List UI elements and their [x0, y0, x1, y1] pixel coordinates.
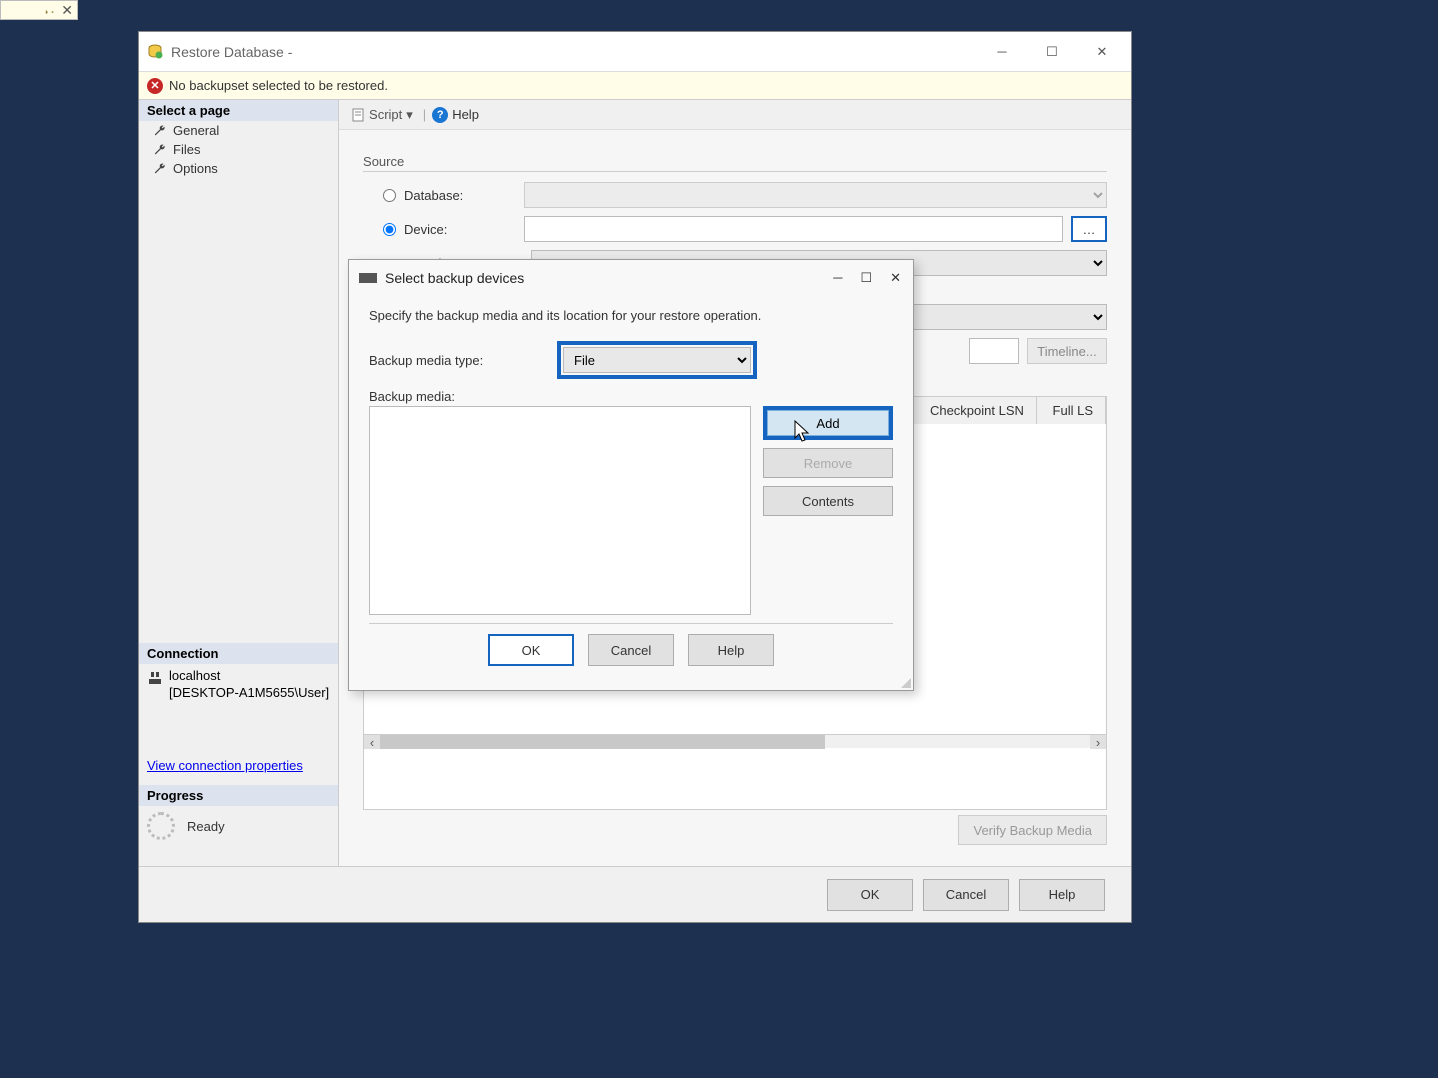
source-database-label: Database: — [404, 188, 524, 203]
sub-dialog-description: Specify the backup media and its locatio… — [369, 308, 893, 323]
help-label: Help — [452, 107, 479, 122]
toolbar-separator: | — [423, 107, 426, 122]
source-database-select[interactable] — [524, 182, 1107, 208]
media-type-label: Backup media type: — [369, 353, 557, 368]
sub-close-button[interactable]: ✕ — [890, 270, 901, 286]
server-name: localhost — [169, 668, 329, 685]
pin-icon — [43, 4, 55, 16]
add-button-highlight: Add — [763, 406, 893, 440]
select-backup-devices-dialog: Select backup devices ─ ☐ ✕ Specify the … — [348, 259, 914, 691]
scroll-thumb[interactable] — [380, 735, 825, 749]
backup-media-list[interactable] — [369, 406, 751, 615]
verify-backup-media-button[interactable]: Verify Backup Media — [958, 815, 1107, 845]
maximize-button[interactable]: ☐ — [1027, 32, 1077, 72]
media-type-highlight: File — [557, 341, 757, 379]
source-device-radio[interactable] — [383, 223, 396, 236]
sidebar-page-options[interactable]: Options — [139, 159, 338, 178]
server-icon — [147, 670, 163, 686]
source-device-label: Device: — [404, 222, 524, 237]
help-button[interactable]: ? Help — [432, 107, 479, 123]
source-database-radio[interactable] — [383, 189, 396, 202]
col-full-lsn: Full LS — [1041, 397, 1106, 424]
media-type-select[interactable]: File — [563, 347, 751, 373]
sidebar-page-files[interactable]: Files — [139, 140, 338, 159]
script-label: Script — [369, 107, 402, 122]
close-button[interactable]: ✕ — [1077, 32, 1127, 72]
device-path-input[interactable] — [524, 216, 1063, 242]
sidebar: Select a page General Files Options Conn… — [139, 100, 339, 866]
contents-button[interactable]: Contents — [763, 486, 893, 516]
sidebar-page-general[interactable]: General — [139, 121, 338, 140]
sidebar-page-label: Options — [173, 161, 218, 176]
ok-button[interactable]: OK — [827, 879, 913, 911]
sub-cancel-button[interactable]: Cancel — [588, 634, 674, 666]
cancel-button[interactable]: Cancel — [923, 879, 1009, 911]
user-name: [DESKTOP-A1M5655\User] — [169, 685, 329, 702]
restore-to-input[interactable] — [969, 338, 1019, 364]
minimize-button[interactable]: ─ — [977, 32, 1027, 72]
timeline-button[interactable]: Timeline... — [1027, 338, 1107, 364]
view-connection-properties[interactable]: View connection properties — [147, 758, 330, 773]
connection-header: Connection — [139, 643, 338, 664]
wrench-icon — [153, 143, 167, 157]
error-icon: ✕ — [147, 78, 163, 94]
script-icon — [351, 108, 365, 122]
sub-dialog-title: Select backup devices — [385, 270, 524, 286]
progress-spinner-icon — [147, 812, 175, 840]
external-tab-fragment: ✕ — [0, 0, 78, 20]
warning-message: No backupset selected to be restored. — [169, 78, 388, 93]
horizontal-scrollbar[interactable]: ‹ › — [364, 734, 1106, 748]
browse-device-button[interactable]: … — [1071, 216, 1107, 242]
select-page-header: Select a page — [139, 100, 338, 121]
wrench-icon — [153, 162, 167, 176]
source-group-label: Source — [363, 154, 1107, 172]
sub-titlebar: Select backup devices ─ ☐ ✕ — [349, 260, 913, 296]
media-list-label: Backup media: — [369, 389, 557, 404]
sub-ok-button[interactable]: OK — [488, 634, 574, 666]
wrench-icon — [153, 124, 167, 138]
sub-minimize-button[interactable]: ─ — [833, 270, 842, 286]
tab-close-icon[interactable]: ✕ — [61, 2, 73, 19]
app-icon — [147, 44, 163, 60]
resize-grip[interactable] — [899, 676, 911, 688]
progress-header: Progress — [139, 785, 338, 806]
sub-dialog-footer: OK Cancel Help — [369, 634, 893, 678]
warning-strip: ✕ No backupset selected to be restored. — [139, 72, 1131, 100]
main-dialog-footer: OK Cancel Help — [139, 866, 1131, 922]
sub-maximize-button[interactable]: ☐ — [860, 270, 872, 286]
help-button[interactable]: Help — [1019, 879, 1105, 911]
device-icon — [359, 273, 377, 283]
add-button[interactable]: Add — [767, 410, 889, 436]
help-icon: ? — [432, 107, 448, 123]
col-checkpoint-lsn: Checkpoint LSN — [918, 397, 1037, 424]
scroll-right-arrow[interactable]: › — [1090, 735, 1106, 749]
chevron-down-icon: ▾ — [406, 107, 413, 123]
script-button[interactable]: Script ▾ — [347, 105, 417, 125]
sub-help-button[interactable]: Help — [688, 634, 774, 666]
progress-status: Ready — [187, 819, 225, 834]
remove-button[interactable]: Remove — [763, 448, 893, 478]
scroll-left-arrow[interactable]: ‹ — [364, 735, 380, 749]
titlebar: Restore Database - ─ ☐ ✕ — [139, 32, 1131, 72]
sidebar-page-label: Files — [173, 142, 200, 157]
separator — [369, 623, 893, 624]
window-title: Restore Database - — [171, 44, 292, 60]
sidebar-page-label: General — [173, 123, 219, 138]
content-toolbar: Script ▾ | ? Help — [339, 100, 1131, 130]
